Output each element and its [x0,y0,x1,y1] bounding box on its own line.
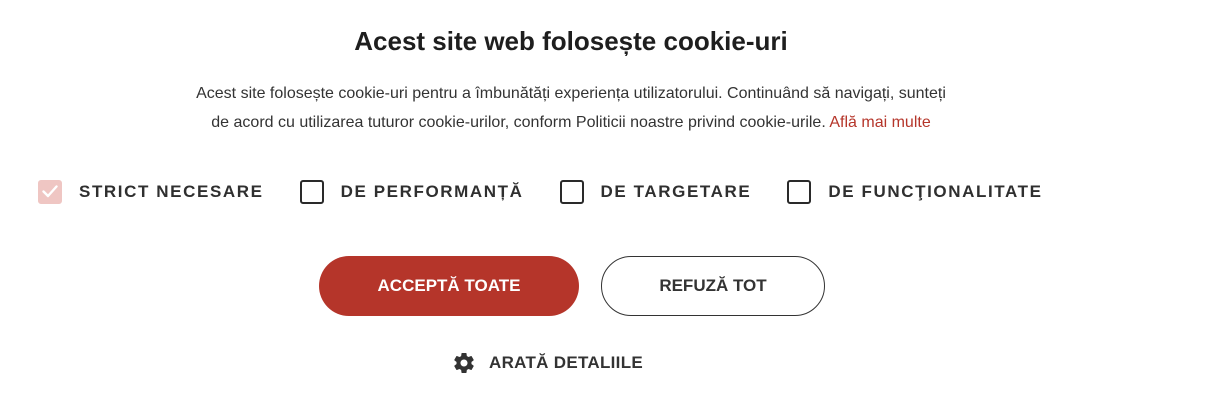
category-performance[interactable]: DE PERFORMANȚĂ [299,179,524,204]
performance-label[interactable]: DE PERFORMANȚĂ [341,182,524,202]
description-line-2: de acord cu utilizarea tuturor cookie-ur… [0,108,1142,137]
functionality-label[interactable]: DE FUNCŢIONALITATE [828,182,1042,202]
category-strict-necessary: STRICT NECESARE [38,179,264,204]
learn-more-link[interactable]: Află mai multe [829,114,930,131]
category-functionality[interactable]: DE FUNCŢIONALITATE [787,179,1042,204]
check-icon [42,185,58,198]
targeting-label[interactable]: DE TARGETARE [601,182,752,202]
targeting-checkbox[interactable] [559,179,584,204]
show-details-label[interactable]: ARATĂ DETALIILE [489,353,643,373]
cookie-categories: STRICT NECESARE DE PERFORMANȚĂ DE TARGET… [38,175,1079,208]
strict-necessary-label: STRICT NECESARE [79,181,264,201]
banner-title: Acest site web folosește cookie-uri [354,26,788,56]
performance-checkbox[interactable] [299,179,324,204]
category-targeting[interactable]: DE TARGETARE [559,179,752,204]
gear-icon [452,351,476,375]
functionality-checkbox[interactable] [787,179,812,204]
show-details-link[interactable]: ARATĂ DETALIILE [452,349,643,377]
strict-necessary-checkbox [38,179,62,204]
refuse-all-button[interactable]: REFUZĂ TOT [601,256,825,316]
description-line-2-text: de acord cu utilizarea tuturor cookie-ur… [211,114,826,131]
description-line-1: Acest site folosește cookie-uri pentru a… [196,85,946,102]
accept-all-button[interactable]: ACCEPTĂ TOATE [319,256,579,316]
banner-description: Acest site folosește cookie-uri pentru a… [0,79,1142,137]
cookie-consent-banner: Acest site web folosește cookie-uri Aces… [0,0,1210,402]
